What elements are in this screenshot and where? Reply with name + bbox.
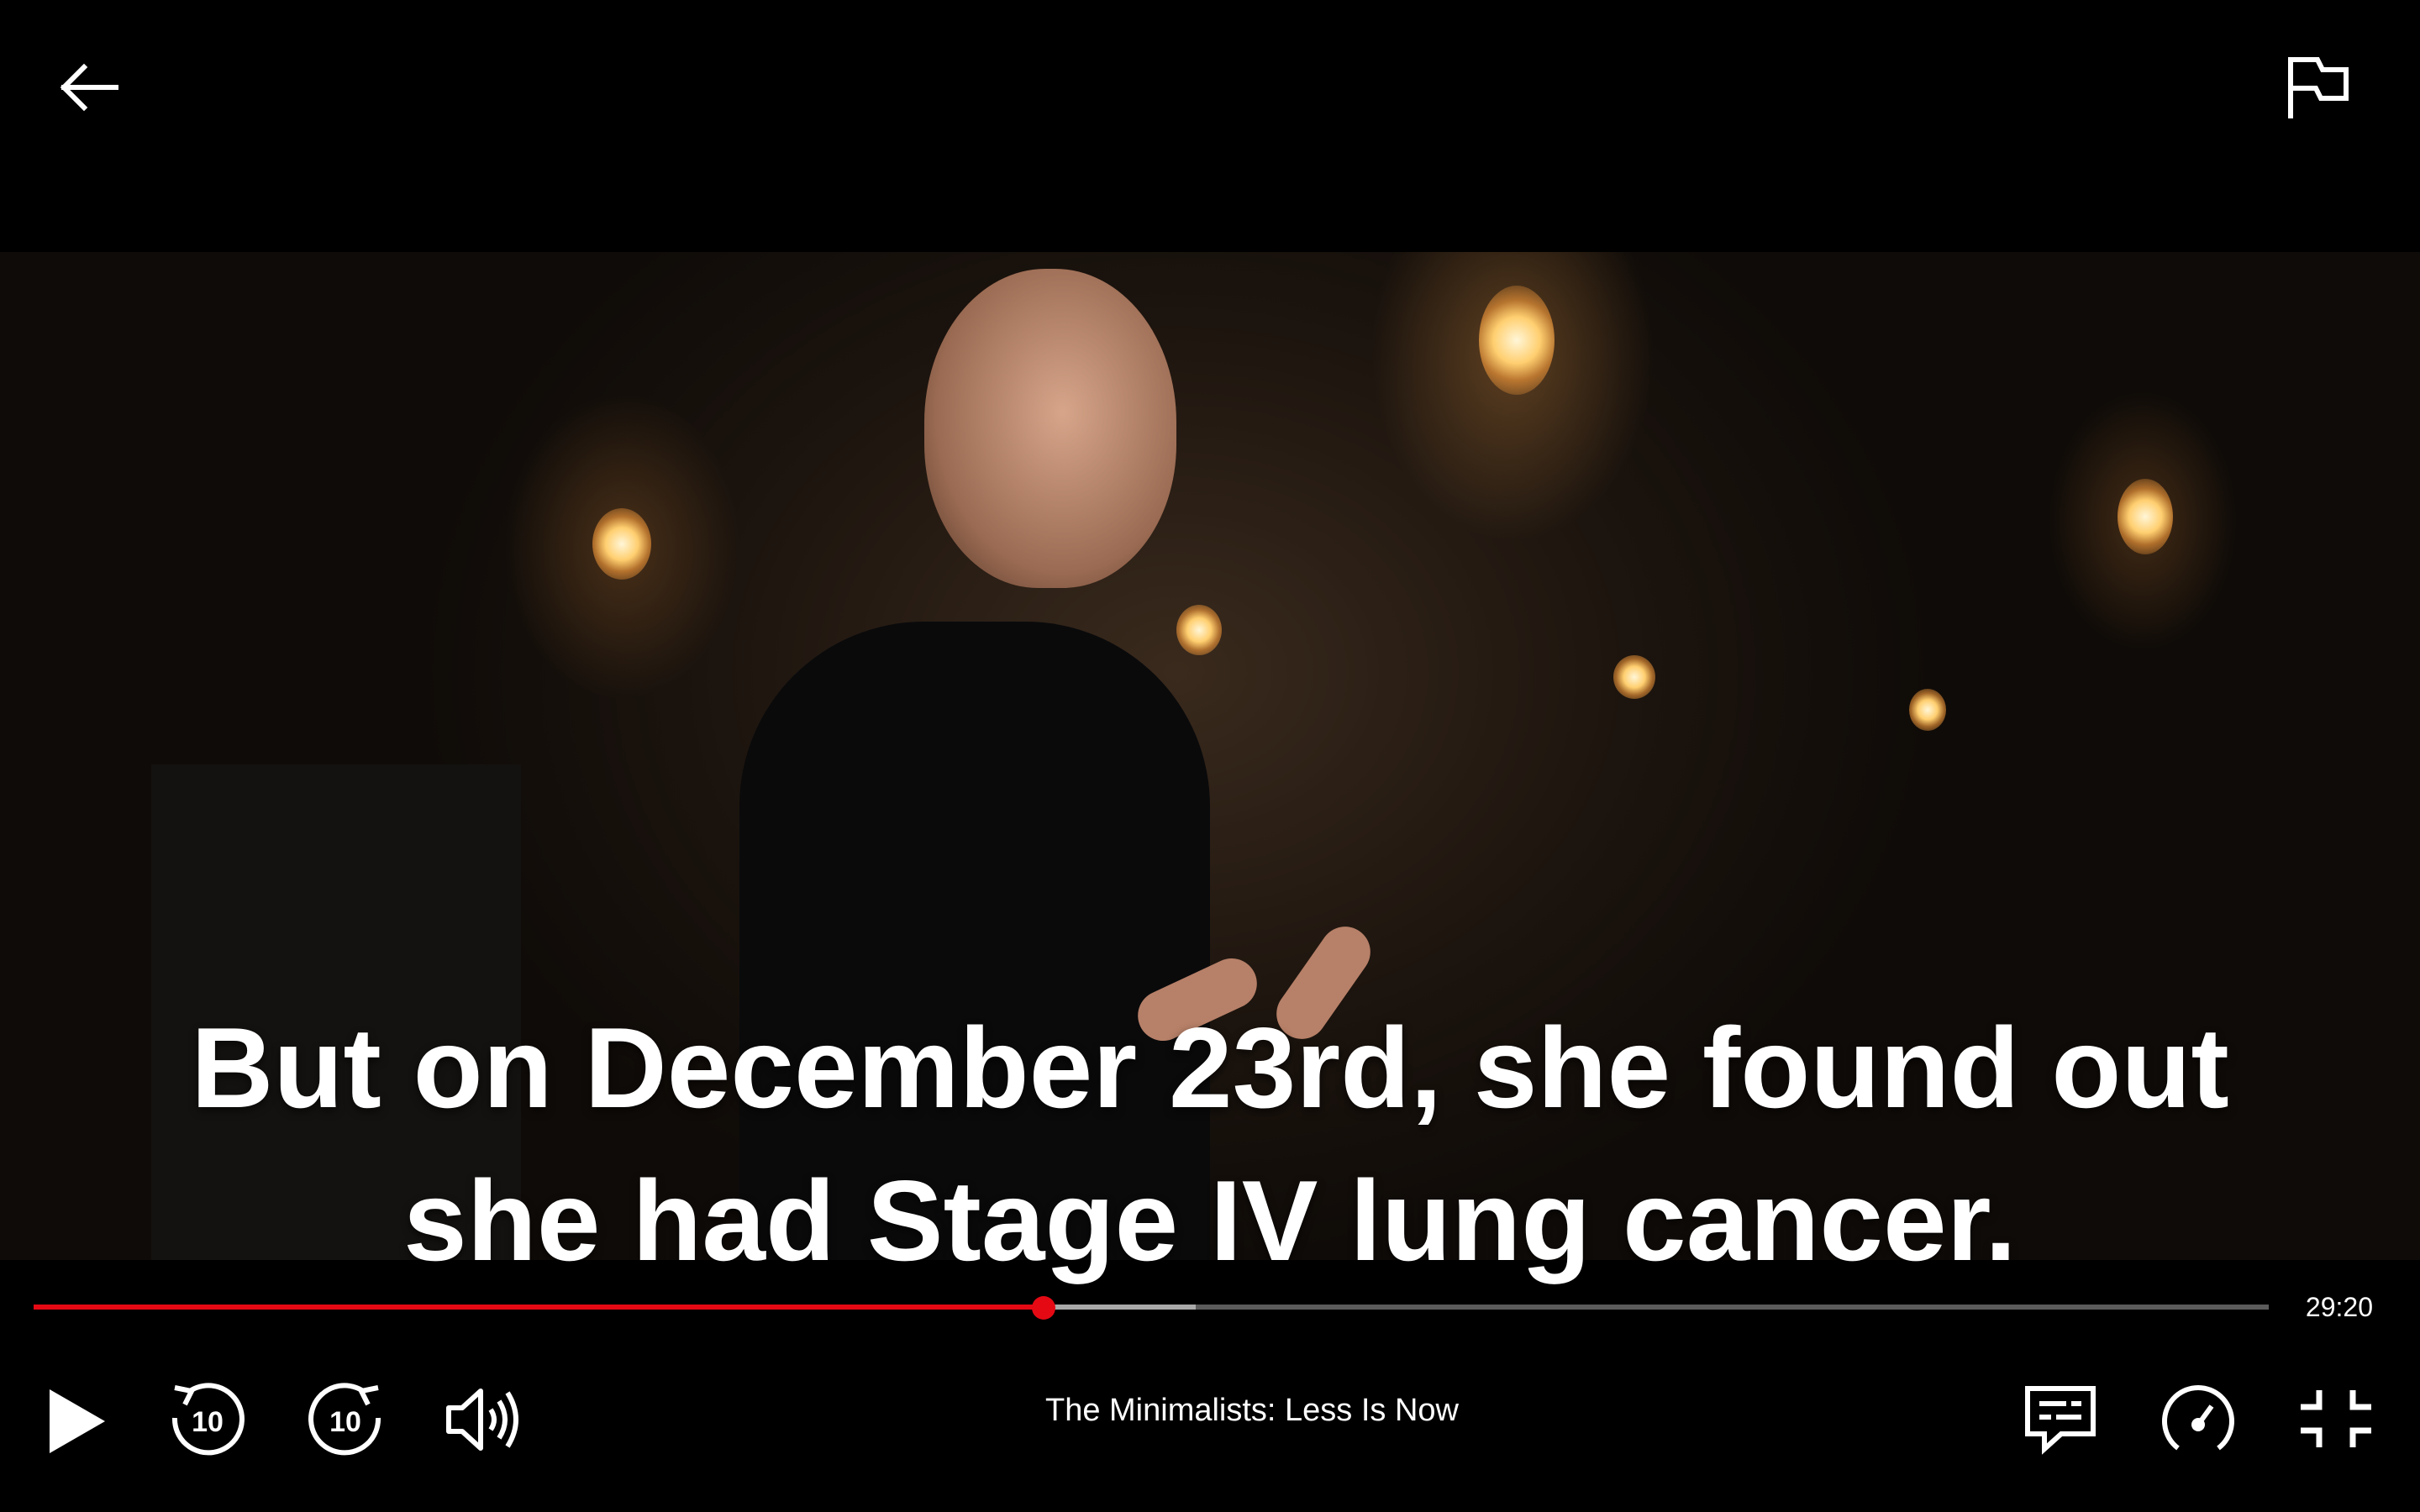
progress-track[interactable] [34,1296,2269,1320]
control-bar: 10 10 The Minimalists: Less Is Now [0,1352,2420,1470]
play-button[interactable] [39,1379,114,1463]
back-button[interactable] [50,54,126,121]
rewind-10-icon: 10 [171,1383,245,1456]
light-bulb [1479,286,1555,395]
top-bar [0,0,2420,252]
volume-button[interactable] [442,1381,526,1458]
flag-icon [2288,57,2349,118]
progress-bar[interactable]: 29:20 [0,1285,2420,1327]
forward-10-icon: 10 [308,1383,381,1456]
subtitles-icon [2025,1386,2096,1455]
light-bulb [592,508,651,580]
time-remaining: 29:20 [2305,1292,2373,1322]
subtitles-button[interactable] [2020,1378,2101,1462]
episode-title: The Minimalists: Less Is Now [1044,1393,1459,1428]
play-icon [50,1389,105,1453]
light-bulb [1613,655,1655,699]
rewind-10-label: 10 [192,1406,224,1438]
video-player: But on December 23rd, she found out she … [0,0,2420,1512]
exit-fullscreen-button[interactable] [2294,1381,2378,1457]
back-arrow-icon [60,63,118,112]
volume-icon [446,1389,518,1451]
light-bulb [1909,689,1946,731]
subtitle-line: But on December 23rd, she found out [191,1004,2229,1131]
subtitle-line: she had Stage IV lung cancer. [403,1157,2017,1284]
subtitle-text: But on December 23rd, she found out she … [0,991,2420,1297]
exit-fullscreen-icon [2301,1390,2371,1447]
report-problem-button[interactable] [2277,50,2358,126]
light-bulb [2118,479,2173,554]
played-bar [34,1305,1044,1310]
forward-10-button[interactable]: 10 [304,1378,388,1462]
rewind-10-button[interactable]: 10 [165,1378,249,1462]
playback-speed-button[interactable] [2156,1378,2240,1462]
light-bulb [1176,605,1222,655]
speaker-head [924,269,1176,588]
scrubber-handle[interactable] [1032,1296,1056,1320]
forward-10-label: 10 [329,1406,361,1438]
playback-speed-icon [2162,1385,2234,1451]
